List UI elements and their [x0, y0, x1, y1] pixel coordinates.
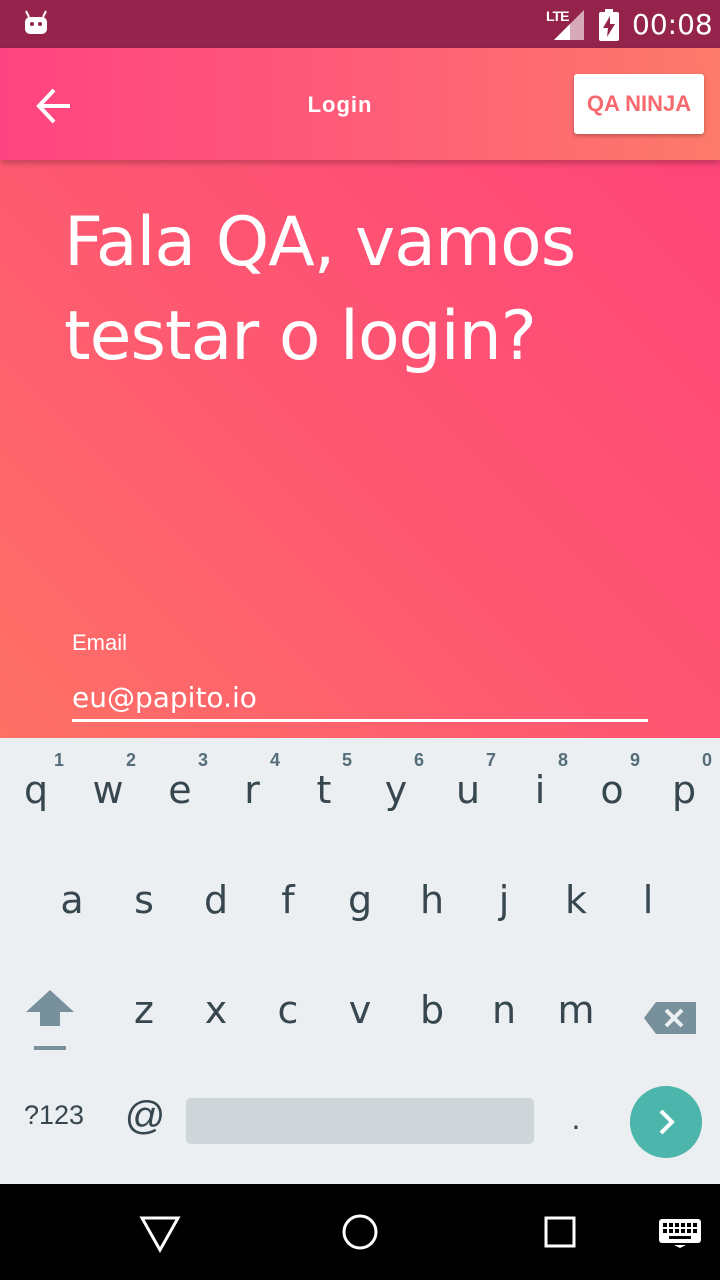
shift-icon[interactable]	[14, 978, 86, 1058]
signal-icon	[554, 10, 584, 40]
key-u[interactable]: 7u	[432, 738, 504, 838]
key-s[interactable]: s	[108, 848, 180, 948]
nav-back-icon[interactable]	[138, 1214, 182, 1254]
key-r[interactable]: 4r	[216, 738, 288, 838]
at-key[interactable]: @	[110, 1094, 180, 1154]
toolbar-title: Login	[307, 92, 373, 117]
symbols-key[interactable]: ?123	[8, 1100, 100, 1140]
headline-line-1: Fala QA, vamos	[64, 203, 576, 282]
key-z[interactable]: z	[108, 958, 180, 1058]
email-field[interactable]	[72, 676, 648, 722]
space-key[interactable]	[186, 1098, 534, 1144]
key-k[interactable]: k	[540, 848, 612, 948]
key-v[interactable]: v	[324, 958, 396, 1058]
navigation-bar	[0, 1184, 720, 1280]
key-m[interactable]: m	[540, 958, 612, 1058]
key-c[interactable]: c	[252, 958, 324, 1058]
nav-home-icon[interactable]	[340, 1212, 380, 1252]
key-l[interactable]: l	[612, 848, 684, 948]
key-h[interactable]: h	[396, 848, 468, 948]
status-bar: LTE 00:08	[0, 0, 720, 48]
battery-charging-icon	[599, 9, 619, 41]
key-x[interactable]: x	[180, 958, 252, 1058]
key-f[interactable]: f	[252, 848, 324, 948]
key-b[interactable]: b	[396, 958, 468, 1058]
key-t[interactable]: 5t	[288, 738, 360, 838]
key-p[interactable]: 0p	[648, 738, 720, 838]
key-w[interactable]: 2w	[72, 738, 144, 838]
key-e[interactable]: 3e	[144, 738, 216, 838]
key-a[interactable]: a	[36, 848, 108, 948]
nav-recents-icon[interactable]	[542, 1214, 578, 1250]
chevron-right-icon[interactable]	[630, 1086, 702, 1158]
key-d[interactable]: d	[180, 848, 252, 948]
key-q[interactable]: 1q	[0, 738, 72, 838]
headline-line-2: testar o login?	[64, 297, 537, 376]
qa-ninja-button[interactable]: QA NINJA	[574, 74, 704, 134]
page-headline: Fala QA, vamos testar o login?	[64, 196, 664, 384]
key-n[interactable]: n	[468, 958, 540, 1058]
key-o[interactable]: 9o	[576, 738, 648, 838]
key-j[interactable]: j	[468, 848, 540, 948]
toolbar: Login QA NINJA	[0, 48, 720, 160]
clock: 00:08	[632, 8, 713, 41]
key-g[interactable]: g	[324, 848, 396, 948]
key-i[interactable]: 8i	[504, 738, 576, 838]
android-debug-icon	[25, 10, 47, 34]
period-key[interactable]: .	[548, 1100, 604, 1150]
keyboard-icon[interactable]	[658, 1218, 702, 1248]
email-label: Email	[72, 630, 128, 655]
arrow-back-icon[interactable]	[22, 78, 78, 134]
login-screen: Login QA NINJA Fala QA, vamos testar o l…	[0, 48, 720, 738]
key-y[interactable]: 6y	[360, 738, 432, 838]
soft-keyboard: 1q 2w 3e 4r 5t 6y 7u 8i 9o 0p a s d f g …	[0, 738, 720, 1184]
backspace-icon[interactable]	[634, 988, 706, 1048]
